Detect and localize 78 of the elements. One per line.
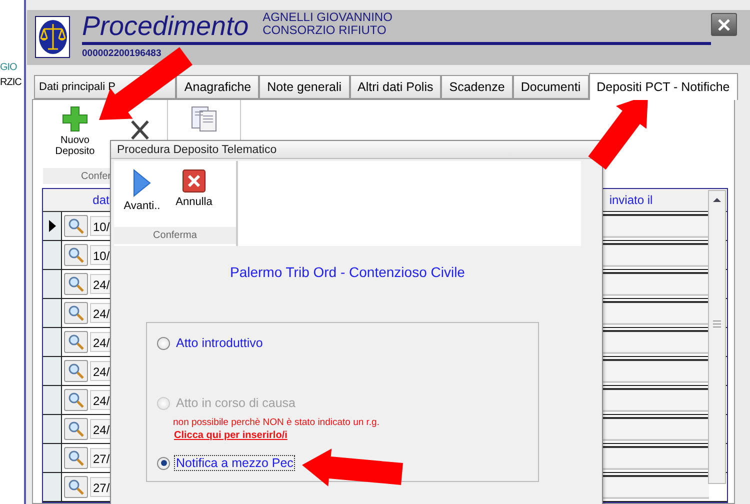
- table-cell: 24/: [90, 332, 111, 352]
- search-button[interactable]: [64, 302, 88, 324]
- search-button[interactable]: [64, 389, 88, 411]
- search-icon: [68, 479, 84, 495]
- scrollbar[interactable]: [708, 190, 726, 484]
- dialog-button[interactable]: Avanti..: [120, 169, 164, 227]
- search-button[interactable]: [64, 215, 88, 237]
- table-cell: 24/: [90, 390, 111, 410]
- radio-button[interactable]: [157, 336, 170, 350]
- search-icon: [68, 363, 84, 379]
- group-label: Conferma: [153, 230, 197, 241]
- radio-button[interactable]: [157, 456, 170, 470]
- tab[interactable]: Altri dati Polis: [350, 75, 442, 99]
- cancel-icon: [182, 169, 206, 193]
- row-header[interactable]: [43, 444, 62, 472]
- option-label[interactable]: Notifica a mezzo Pec: [174, 455, 296, 471]
- play-icon: [133, 169, 151, 197]
- search-button[interactable]: [64, 360, 88, 382]
- search-icon: [68, 421, 84, 437]
- tab[interactable]: Documenti: [512, 75, 589, 99]
- case-number: 000002200196483: [82, 48, 162, 59]
- column-header: inviato il: [608, 193, 654, 207]
- dialog-title: Procedura Deposito Telematico: [111, 141, 602, 159]
- search-icon: [68, 218, 84, 234]
- row-header[interactable]: [43, 212, 62, 240]
- search-icon: [68, 392, 84, 408]
- x-icon: [128, 119, 152, 141]
- tab[interactable]: Depositi PCT - Notifiche: [588, 73, 738, 100]
- search-icon: [68, 247, 84, 263]
- table-cell: 24/: [90, 419, 111, 439]
- tab[interactable]: Scadenze: [441, 75, 513, 99]
- tab[interactable]: Note generali: [259, 75, 350, 99]
- close-button[interactable]: [711, 13, 737, 36]
- row-header[interactable]: [43, 357, 62, 385]
- plus-icon: [62, 106, 88, 132]
- court-name: Palermo Trib Ord - Contenzioso Civile: [230, 264, 465, 280]
- table-cell: 10/: [90, 216, 111, 236]
- scroll-grip-icon[interactable]: [712, 320, 722, 328]
- toolbar-button[interactable]: Nuovo Deposito: [53, 106, 97, 157]
- option-label[interactable]: Atto introduttivo: [174, 335, 265, 351]
- column-header: dat: [92, 193, 110, 207]
- row-header[interactable]: [43, 299, 62, 327]
- row-header[interactable]: [43, 328, 62, 356]
- dialog-button[interactable]: Annulla: [172, 169, 216, 227]
- current-row-icon: [48, 220, 56, 232]
- table-cell: 27/: [90, 448, 111, 468]
- table-cell: 24/: [90, 303, 111, 323]
- group-label: Confer: [81, 170, 112, 182]
- party-name: AGNELLI GIOVANNINO: [262, 11, 392, 24]
- search-button[interactable]: [64, 244, 88, 266]
- document-icon: [190, 106, 218, 132]
- row-header[interactable]: [43, 270, 62, 298]
- tab[interactable]: Anagrafiche: [176, 75, 260, 99]
- party-name: CONSORZIO RIFIUTO: [262, 24, 388, 37]
- row-header[interactable]: [43, 473, 62, 501]
- search-button[interactable]: [64, 418, 88, 440]
- close-icon: [717, 18, 731, 30]
- table-cell: 10/: [90, 245, 111, 265]
- scroll-up-icon[interactable]: [712, 196, 722, 204]
- search-icon: [68, 276, 84, 292]
- search-button[interactable]: [64, 273, 88, 295]
- table-cell: 24/: [90, 274, 111, 294]
- search-button[interactable]: [64, 447, 88, 469]
- panel-text: RZIC: [0, 77, 22, 88]
- search-button[interactable]: [64, 331, 88, 353]
- search-button[interactable]: [64, 476, 88, 498]
- search-icon: [68, 334, 84, 350]
- search-icon: [68, 450, 84, 466]
- table-cell: 27/: [90, 477, 111, 497]
- row-header[interactable]: [43, 241, 62, 269]
- warning-text: non possibile perchè NON è stato indicato un r.g.: [173, 417, 380, 428]
- table-cell: 24/: [90, 361, 111, 381]
- panel-text: GIO: [0, 62, 18, 73]
- search-icon: [68, 305, 84, 321]
- row-header[interactable]: [43, 415, 62, 443]
- window-title: Procedimento: [82, 11, 249, 41]
- scales-logo: [35, 16, 70, 58]
- row-header[interactable]: [43, 386, 62, 414]
